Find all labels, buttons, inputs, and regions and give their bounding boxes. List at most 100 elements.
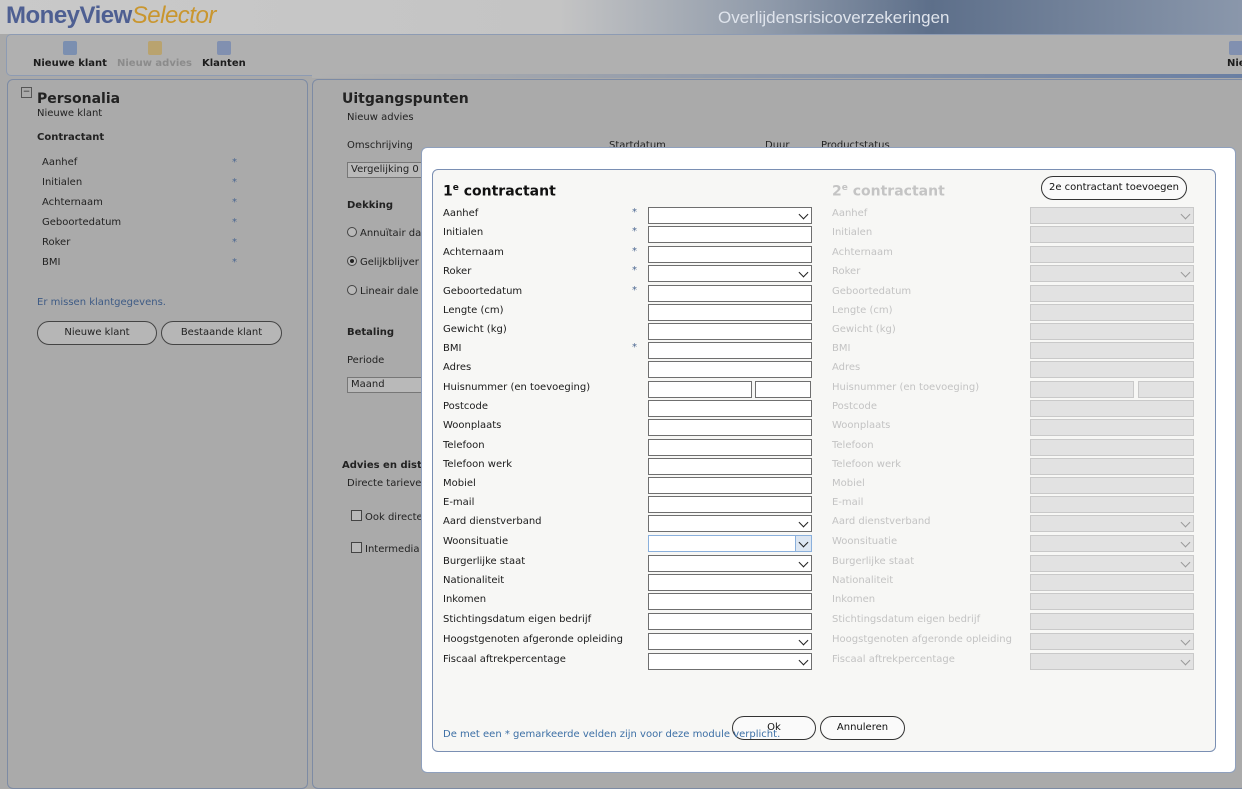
- dropdown-arrow-icon[interactable]: [795, 536, 811, 551]
- label-e-mail-2: E-mail: [832, 497, 864, 508]
- personalia-panel: − Personalia Nieuwe klant Contractant Aa…: [7, 79, 308, 789]
- toolbar: Nieuwe klant Nieuw advies Klanten Nie: [6, 34, 1242, 76]
- input-woonplaats[interactable]: [648, 419, 812, 436]
- input-postcode-2: [1030, 400, 1194, 417]
- add-second-contractant-button[interactable]: 2e contractant toevoegen: [1041, 176, 1187, 200]
- required-star: *: [232, 237, 237, 248]
- dekking-option-lineair[interactable]: Lineair dale: [347, 285, 418, 297]
- label-fiscaal-aftrekpercentage-2: Fiscaal aftrekpercentage: [832, 654, 955, 665]
- clients-button[interactable]: Klanten: [202, 41, 246, 69]
- label-fiscaal-aftrekpercentage: Fiscaal aftrekpercentage: [443, 654, 566, 665]
- field-label-geboortedatum: Geboortedatum: [42, 217, 122, 228]
- input-inkomen-2: [1030, 593, 1194, 610]
- label-burgerlijke-staat-2: Burgerlijke staat: [832, 556, 915, 567]
- input-initialen[interactable]: [648, 226, 812, 243]
- new-client-pill-button[interactable]: Nieuwe klant: [37, 321, 157, 345]
- select-aanhef[interactable]: [648, 207, 812, 224]
- dialog-body: 1e contractant 2e contractant 2e contrac…: [432, 169, 1216, 752]
- document-icon: [147, 41, 162, 55]
- input-huisnummer-en-toevoeging[interactable]: [648, 381, 752, 398]
- input-telefoon[interactable]: [648, 439, 812, 456]
- label-huisnummer-en-toevoeging: Huisnummer (en toevoeging): [443, 382, 591, 393]
- input-postcode[interactable]: [648, 400, 812, 417]
- label-bmi-2: BMI: [832, 343, 851, 354]
- cancel-button[interactable]: Annuleren: [820, 716, 905, 740]
- dekking-option-gelijkblijvend[interactable]: Gelijkblijver: [347, 256, 419, 268]
- input-achternaam[interactable]: [648, 246, 812, 263]
- select-roker[interactable]: [648, 265, 812, 282]
- label-aanhef: Aanhef: [443, 208, 479, 219]
- input-telefoon-werk-2: [1030, 458, 1194, 475]
- required-fields-note: De met een * gemarkeerde velden zijn voo…: [443, 729, 781, 740]
- dekking-option-annuitair[interactable]: Annuïtair da: [347, 227, 421, 239]
- dekking-heading: Dekking: [347, 200, 394, 211]
- label-huisnummer-en-toevoeging-2: Huisnummer (en toevoeging): [832, 382, 980, 393]
- label-adres-2: Adres: [832, 362, 861, 373]
- periode-select[interactable]: Maand: [347, 377, 427, 393]
- contractant-dialog: 1e contractant 2e contractant 2e contrac…: [421, 147, 1236, 773]
- input-woonsituatie-2: [1030, 535, 1194, 552]
- label-geboortedatum: Geboortedatum: [443, 286, 523, 297]
- input-lengte-cm[interactable]: [648, 304, 812, 321]
- select-burgerlijke-staat[interactable]: [648, 555, 812, 572]
- field-label-roker: Roker: [42, 237, 71, 248]
- checkbox-intermediair[interactable]: Intermedia: [351, 542, 419, 555]
- module-title: Overlijdensrisicoverzekeringen: [718, 8, 950, 27]
- collapse-icon[interactable]: −: [21, 87, 32, 98]
- label-telefoon-werk-2: Telefoon werk: [832, 459, 901, 470]
- input-telefoon-werk[interactable]: [648, 458, 812, 475]
- label-woonplaats-2: Woonplaats: [832, 420, 891, 431]
- label-hoogstgenoten-afgeronde-opleiding-2: Hoogstgenoten afgeronde opleiding: [832, 634, 1012, 645]
- new-client-button[interactable]: Nieuwe klant: [33, 41, 107, 69]
- input-mobiel[interactable]: [648, 477, 812, 494]
- input-e-mail[interactable]: [648, 496, 812, 513]
- label-woonplaats: Woonplaats: [443, 420, 502, 431]
- input-huisnummer-en-toevoeging-toevoeging-2: [1138, 381, 1194, 398]
- toolbar-right-button[interactable]: Nie: [1227, 41, 1242, 69]
- select-aard-dienstverband[interactable]: [648, 515, 812, 532]
- contractant-heading: Contractant: [37, 132, 105, 143]
- required-star: *: [632, 226, 637, 237]
- label-nationaliteit: Nationaliteit: [443, 575, 505, 586]
- add-user-icon: [62, 41, 77, 55]
- label-gewicht-kg: Gewicht (kg): [443, 324, 507, 335]
- app-logo: MoneyViewSelector: [6, 2, 216, 29]
- clients-icon: [216, 41, 231, 55]
- user-icon: [1229, 41, 1242, 55]
- select-hoogstgenoten-afgeronde-opleiding[interactable]: [648, 633, 812, 650]
- radio-icon: [347, 285, 357, 295]
- omschrijving-input[interactable]: Vergelijking 0: [347, 162, 427, 178]
- input-inkomen[interactable]: [648, 593, 812, 610]
- input-huisnummer-en-toevoeging-toevoeging[interactable]: [755, 381, 811, 398]
- label-nationaliteit-2: Nationaliteit: [832, 575, 894, 586]
- app-header: MoneyViewSelector Overlijdensrisicoverze…: [0, 0, 1242, 34]
- radio-selected-icon: [347, 256, 357, 266]
- checkbox-icon: [351, 510, 362, 521]
- checkbox-icon: [351, 542, 362, 553]
- input-geboortedatum[interactable]: [648, 285, 812, 302]
- label-telefoon: Telefoon: [443, 440, 485, 451]
- label-postcode-2: Postcode: [832, 401, 878, 412]
- checkbox-ook-directe[interactable]: Ook directe: [351, 510, 423, 523]
- input-huisnummer-en-toevoeging-2: [1030, 381, 1134, 398]
- select-fiscaal-aftrekpercentage[interactable]: [648, 653, 812, 670]
- input-achternaam-2: [1030, 246, 1194, 263]
- betaling-heading: Betaling: [347, 327, 395, 338]
- input-stichtingsdatum-eigen-bedrijf-2: [1030, 613, 1194, 630]
- input-stichtingsdatum-eigen-bedrijf[interactable]: [648, 613, 812, 630]
- input-nationaliteit[interactable]: [648, 574, 812, 591]
- label-telefoon-2: Telefoon: [832, 440, 874, 451]
- input-gewicht-kg[interactable]: [648, 323, 812, 340]
- existing-client-button[interactable]: Bestaande klant: [161, 321, 282, 345]
- select-woonsituatie[interactable]: [648, 535, 812, 552]
- required-star: *: [232, 197, 237, 208]
- label-geboortedatum-2: Geboortedatum: [832, 286, 912, 297]
- label-initialen: Initialen: [443, 227, 484, 238]
- input-bmi[interactable]: [648, 342, 812, 359]
- uitgangspunten-title: Uitgangspunten: [342, 91, 469, 107]
- input-adres[interactable]: [648, 361, 812, 378]
- required-star: *: [632, 342, 637, 353]
- field-label-achternaam: Achternaam: [42, 197, 103, 208]
- new-advice-button[interactable]: Nieuw advies: [117, 41, 192, 69]
- label-initialen-2: Initialen: [832, 227, 873, 238]
